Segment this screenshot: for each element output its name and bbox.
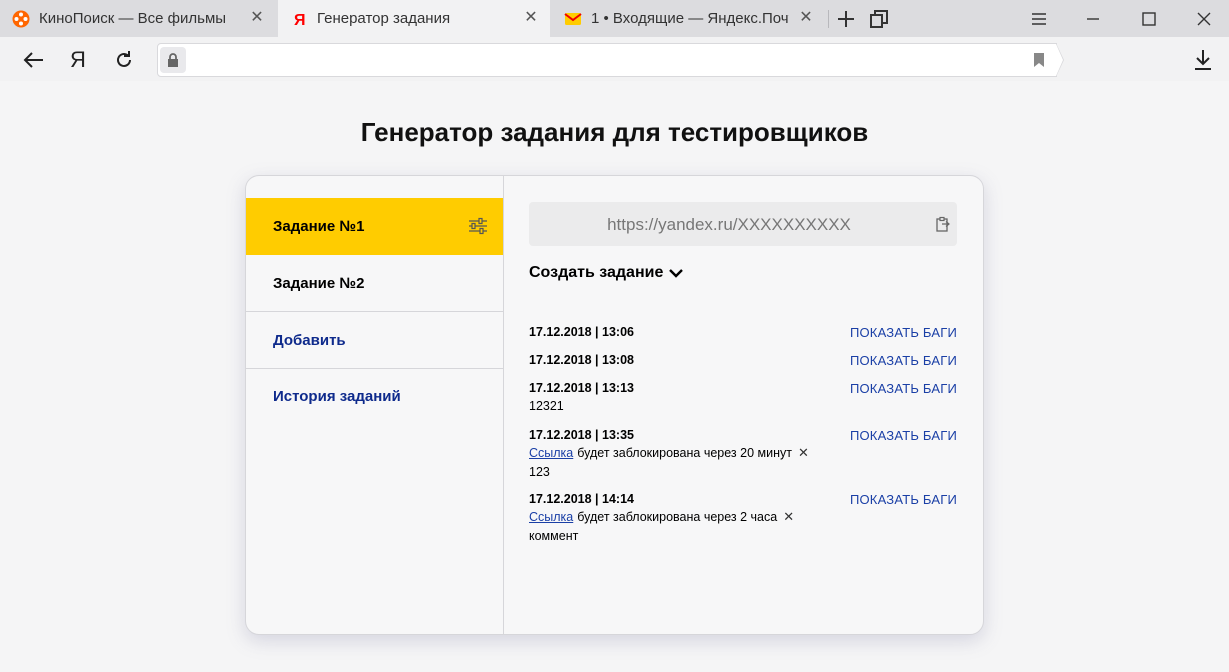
new-tab-icon[interactable] — [835, 8, 857, 30]
sidebar-item-history[interactable]: История заданий — [246, 368, 503, 425]
create-task-label: Создать задание — [529, 264, 664, 281]
tab-yandex-mail[interactable]: 1 • Входящие — Яндекс.Почт ✕ — [552, 0, 828, 37]
sidebar-item-label: Добавить — [273, 331, 346, 349]
show-bugs-link[interactable]: ПОКАЗАТЬ БАГИ — [850, 492, 957, 507]
show-bugs-link[interactable]: ПОКАЗАТЬ БАГИ — [850, 381, 957, 396]
history-entry: 17.12.2018 | 13:35 ПОКАЗАТЬ БАГИ Ссылка … — [529, 428, 957, 479]
minimize-icon[interactable] — [1082, 8, 1104, 30]
close-tab-icon[interactable]: ✕ — [798, 10, 814, 26]
sidebar-item-label: Задание №2 — [273, 274, 365, 292]
entry-link-status: будет заблокирована через 20 минут — [577, 446, 792, 460]
entry-link-line: Ссылка будет заблокирована через 20 мину… — [529, 445, 957, 461]
reload-icon[interactable] — [112, 48, 136, 72]
entry-comment: коммент — [529, 529, 579, 543]
menu-icon[interactable] — [1028, 8, 1050, 30]
generator-card: Задание №1 Задание №2 Добавить История з… — [245, 175, 984, 635]
sidebar-item-add[interactable]: Добавить — [246, 312, 503, 369]
back-icon[interactable] — [21, 48, 45, 72]
tab-bar: КиноПоиск — Все фильмы ✕ Я Генератор зад… — [0, 0, 1229, 37]
sidebar-item-task-2[interactable]: Задание №2 — [246, 255, 503, 312]
entry-comment: 123 — [529, 465, 550, 479]
svg-text:Я: Я — [294, 12, 306, 28]
clipboard-icon[interactable] — [935, 216, 951, 232]
bookmark-icon[interactable] — [1033, 52, 1045, 73]
tab-separator — [828, 10, 829, 28]
yandex-icon: Я — [294, 12, 306, 28]
maximize-icon[interactable] — [1138, 8, 1160, 30]
tab-title: КиноПоиск — Все фильмы — [39, 10, 227, 27]
generated-url-field[interactable]: https://yandex.ru/XXXXXXXXXX — [529, 202, 957, 246]
tab-generator[interactable]: Я Генератор задания ✕ — [278, 0, 550, 37]
kinopoisk-icon — [12, 10, 30, 27]
entry-link[interactable]: Ссылка — [529, 510, 573, 524]
show-bugs-link[interactable]: ПОКАЗАТЬ БАГИ — [850, 353, 957, 368]
entry-link[interactable]: Ссылка — [529, 446, 573, 460]
entry-link-line: Ссылка будет заблокирована через 2 часа … — [529, 509, 957, 525]
show-bugs-link[interactable]: ПОКАЗАТЬ БАГИ — [850, 325, 957, 340]
tab-title: 1 • Входящие — Яндекс.Почт — [591, 10, 789, 27]
entry-comment: 12321 — [529, 399, 564, 413]
close-window-icon[interactable] — [1193, 8, 1215, 30]
tabs-overview-icon[interactable] — [868, 8, 890, 30]
tab-title: Генератор задания — [317, 10, 451, 27]
page-title: Генератор задания для тестировщиков — [360, 117, 869, 147]
history-entry: 17.12.2018 | 14:14 ПОКАЗАТЬ БАГИ Ссылка … — [529, 492, 957, 543]
yandex-button[interactable]: Я — [66, 47, 90, 72]
address-bar-edge — [1056, 44, 1063, 76]
entry-link-status: будет заблокирована через 2 часа — [577, 510, 778, 524]
lock-icon[interactable] — [160, 47, 186, 73]
download-icon[interactable] — [1191, 48, 1215, 72]
history-entry: 17.12.2018 | 13:13 ПОКАЗАТЬ БАГИ 12321 — [529, 381, 957, 413]
sidebar-item-label: Задание №1 — [273, 218, 365, 235]
tab-kinopoisk[interactable]: КиноПоиск — Все фильмы ✕ — [0, 0, 276, 37]
close-icon[interactable]: ✕ — [783, 509, 794, 525]
history-entry: 17.12.2018 | 13:06 ПОКАЗАТЬ БАГИ — [529, 325, 957, 340]
address-bar[interactable] — [157, 43, 1057, 77]
sidebar-item-task-1[interactable]: Задание №1 — [246, 198, 503, 255]
generated-url: https://yandex.ru/XXXXXXXXXX — [607, 215, 851, 234]
show-bugs-link[interactable]: ПОКАЗАТЬ БАГИ — [850, 428, 957, 443]
sidebar: Задание №1 Задание №2 Добавить История з… — [246, 176, 504, 634]
settings-sliders-icon[interactable] — [468, 216, 488, 236]
close-icon[interactable]: ✕ — [798, 445, 809, 461]
sidebar-item-label: История заданий — [273, 388, 401, 405]
close-tab-icon[interactable]: ✕ — [523, 10, 539, 26]
history-entry: 17.12.2018 | 13:08 ПОКАЗАТЬ БАГИ — [529, 353, 957, 368]
chevron-down-icon — [669, 269, 684, 278]
close-tab-icon[interactable]: ✕ — [249, 10, 265, 26]
create-task-toggle[interactable]: Создать задание — [529, 264, 684, 282]
yandex-mail-icon — [564, 12, 582, 25]
